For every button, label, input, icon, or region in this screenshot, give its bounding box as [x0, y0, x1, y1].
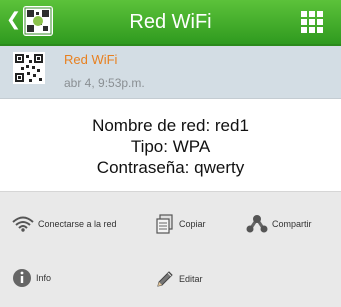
- grid-menu-icon[interactable]: [301, 11, 323, 33]
- info-button[interactable]: Info: [12, 268, 51, 288]
- item-title: Red WiFi: [64, 52, 118, 67]
- connect-label: Conectarse a la red: [38, 219, 117, 229]
- share-label: Compartir: [272, 219, 312, 229]
- qr-code-icon: [13, 52, 45, 84]
- wifi-icon: [12, 216, 34, 232]
- wifi-details-panel: Nombre de red: red1 Tipo: WPA Contraseña…: [0, 99, 341, 192]
- scan-item-header: Red WiFi abr 4, 9:53p.m.: [0, 46, 341, 99]
- info-icon: [12, 268, 32, 288]
- network-type-text: Tipo: WPA: [130, 137, 211, 156]
- copy-button[interactable]: Copiar: [155, 214, 206, 234]
- edit-button[interactable]: Editar: [155, 269, 203, 289]
- share-button[interactable]: Compartir: [246, 214, 312, 234]
- pencil-icon: [155, 269, 175, 289]
- connect-button[interactable]: Conectarse a la red: [12, 216, 117, 232]
- edit-label: Editar: [179, 274, 203, 284]
- info-label: Info: [36, 273, 52, 283]
- app-bar: ❮ Red WiFi: [0, 0, 341, 46]
- network-name-text: Nombre de red: red1: [92, 116, 249, 135]
- copy-icon: [155, 214, 175, 234]
- share-icon: [246, 214, 268, 234]
- actions-panel: Conectarse a la red Copiar Compartir Inf…: [0, 192, 341, 307]
- network-password-text: Contraseña: qwerty: [96, 158, 245, 177]
- app-title: Red WiFi: [129, 11, 212, 33]
- item-timestamp: abr 4, 9:53p.m.: [64, 76, 145, 90]
- copy-label: Copiar: [179, 219, 206, 229]
